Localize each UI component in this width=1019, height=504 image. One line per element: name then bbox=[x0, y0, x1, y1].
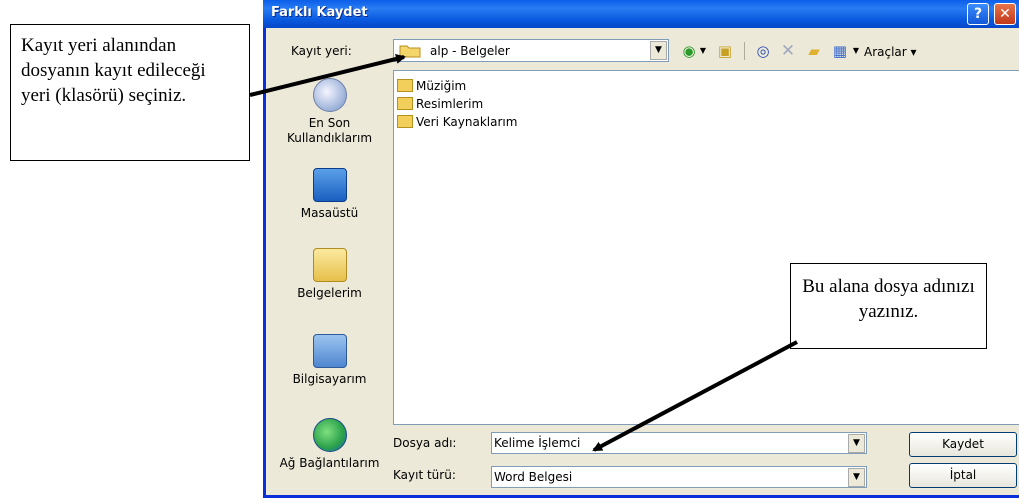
folder-icon bbox=[397, 79, 413, 92]
annotation-look-in: Kayıt yeri alanından dosyanın kayıt edil… bbox=[10, 24, 250, 161]
place-network[interactable]: Ağ Bağlantılarım bbox=[271, 418, 388, 471]
file-name-value: Kelime İşlemci bbox=[494, 436, 581, 450]
recent-icon bbox=[312, 78, 347, 112]
desktop-icon bbox=[312, 168, 347, 202]
file-type-value: Word Belgesi bbox=[494, 470, 573, 484]
place-label: Masaüstü bbox=[300, 206, 359, 220]
back-icon[interactable]: ◉ bbox=[678, 40, 700, 62]
title-bar: Farklı Kaydet ? ✕ bbox=[263, 0, 1019, 28]
back-dropdown-icon[interactable]: ▼ bbox=[698, 40, 708, 62]
file-type-dropdown[interactable]: Word Belgesi ▼ bbox=[491, 466, 867, 488]
place-my-documents[interactable]: Belgelerim bbox=[271, 248, 388, 301]
chevron-down-icon[interactable]: ▼ bbox=[848, 468, 865, 487]
file-name: Resimlerim bbox=[416, 97, 484, 111]
new-folder-icon[interactable]: ▰ bbox=[803, 40, 825, 62]
folder-icon bbox=[397, 115, 413, 128]
place-label: Bilgisayarım bbox=[292, 372, 367, 386]
close-button[interactable]: ✕ bbox=[994, 3, 1016, 25]
annotation-look-in-text: Kayıt yeri alanından dosyanın kayıt edil… bbox=[21, 35, 206, 106]
save-as-dialog: Farklı Kaydet ? ✕ Kayıt yeri: alp - Belg… bbox=[263, 0, 1019, 498]
annotation-file-name: Bu alana dosya adınızı yazınız. bbox=[790, 263, 987, 349]
my-computer-icon bbox=[312, 334, 347, 368]
file-name: Müziğim bbox=[416, 79, 467, 93]
place-label: Ağ Bağlantılarım bbox=[279, 456, 380, 470]
network-icon bbox=[312, 418, 347, 452]
folder-icon bbox=[397, 97, 413, 110]
look-in-label: Kayıt yeri: bbox=[291, 44, 352, 58]
views-icon[interactable]: ▦ bbox=[829, 40, 851, 62]
dialog-title: Farklı Kaydet bbox=[271, 5, 368, 20]
places-bar: En Son Kullandıklarım Masaüstü Belgeleri… bbox=[271, 70, 388, 488]
place-label: Belgelerim bbox=[297, 286, 362, 300]
file-list: Müziğim Resimlerim Veri Kaynaklarım bbox=[393, 70, 1019, 425]
my-documents-icon bbox=[312, 248, 347, 282]
look-in-dropdown[interactable]: alp - Belgeler ▼ bbox=[393, 39, 669, 62]
cancel-button[interactable]: İptal bbox=[909, 463, 1017, 488]
chevron-down-icon[interactable]: ▼ bbox=[848, 434, 865, 453]
up-folder-icon[interactable]: ▣ bbox=[714, 40, 736, 62]
look-in-value: alp - Belgeler bbox=[430, 44, 510, 58]
file-type-label: Kayıt türü: bbox=[393, 468, 456, 482]
file-name: Veri Kaynaklarım bbox=[416, 115, 518, 129]
place-my-computer[interactable]: Bilgisayarım bbox=[271, 334, 388, 387]
tools-menu[interactable]: Araçlar ▾ bbox=[864, 45, 917, 59]
toolbar-separator bbox=[744, 42, 745, 60]
place-recent[interactable]: En Son Kullandıklarım bbox=[271, 78, 388, 146]
delete-icon[interactable]: ✕ bbox=[777, 40, 799, 62]
file-name-label: Dosya adı: bbox=[393, 436, 457, 450]
file-name-field[interactable]: Kelime İşlemci ▼ bbox=[491, 432, 867, 454]
chevron-down-icon[interactable]: ▼ bbox=[650, 41, 667, 60]
views-dropdown-icon[interactable]: ▼ bbox=[851, 40, 861, 62]
search-web-icon[interactable]: ◎ bbox=[752, 40, 774, 62]
save-button[interactable]: Kaydet bbox=[909, 432, 1017, 457]
place-label: En Son Kullandıklarım bbox=[286, 116, 373, 145]
place-desktop[interactable]: Masaüstü bbox=[271, 168, 388, 221]
folder-icon bbox=[399, 45, 421, 58]
annotation-file-name-text: Bu alana dosya adınızı yazınız. bbox=[802, 276, 975, 322]
help-button[interactable]: ? bbox=[967, 3, 989, 25]
